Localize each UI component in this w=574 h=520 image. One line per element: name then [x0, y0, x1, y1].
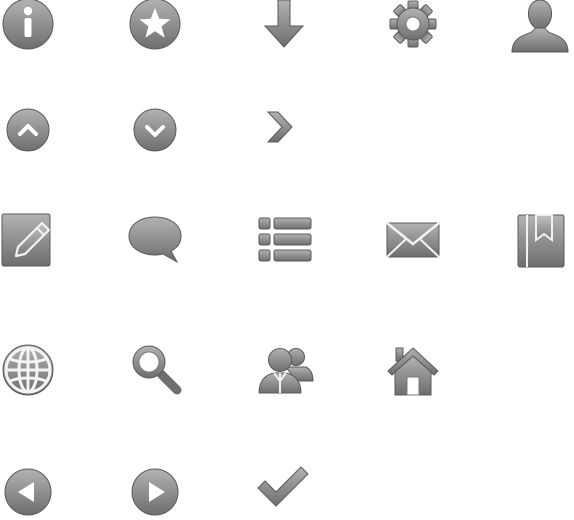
bookmark-book-icon[interactable] — [510, 212, 570, 272]
info-icon[interactable] — [0, 0, 60, 56]
list-icon[interactable] — [254, 212, 314, 272]
globe-icon[interactable] — [0, 340, 60, 400]
star-icon[interactable] — [127, 0, 187, 56]
chevron-up-circle-icon[interactable] — [0, 100, 60, 160]
arrow-left-circle-icon[interactable] — [0, 460, 60, 520]
chevron-right-icon[interactable] — [254, 100, 314, 160]
chevron-down-circle-icon[interactable] — [127, 100, 187, 160]
arrow-right-circle-icon[interactable] — [127, 460, 187, 520]
mail-icon[interactable] — [383, 212, 443, 272]
search-icon[interactable] — [127, 340, 187, 400]
people-icon[interactable] — [254, 340, 314, 400]
user-icon[interactable] — [510, 0, 570, 56]
checkmark-icon[interactable] — [254, 460, 314, 520]
compose-icon[interactable] — [0, 212, 60, 272]
gear-icon[interactable] — [383, 0, 443, 56]
speech-bubble-icon[interactable] — [127, 212, 187, 272]
home-icon[interactable] — [383, 340, 443, 400]
download-arrow-icon[interactable] — [254, 0, 314, 56]
icon-sheet — [0, 0, 574, 516]
